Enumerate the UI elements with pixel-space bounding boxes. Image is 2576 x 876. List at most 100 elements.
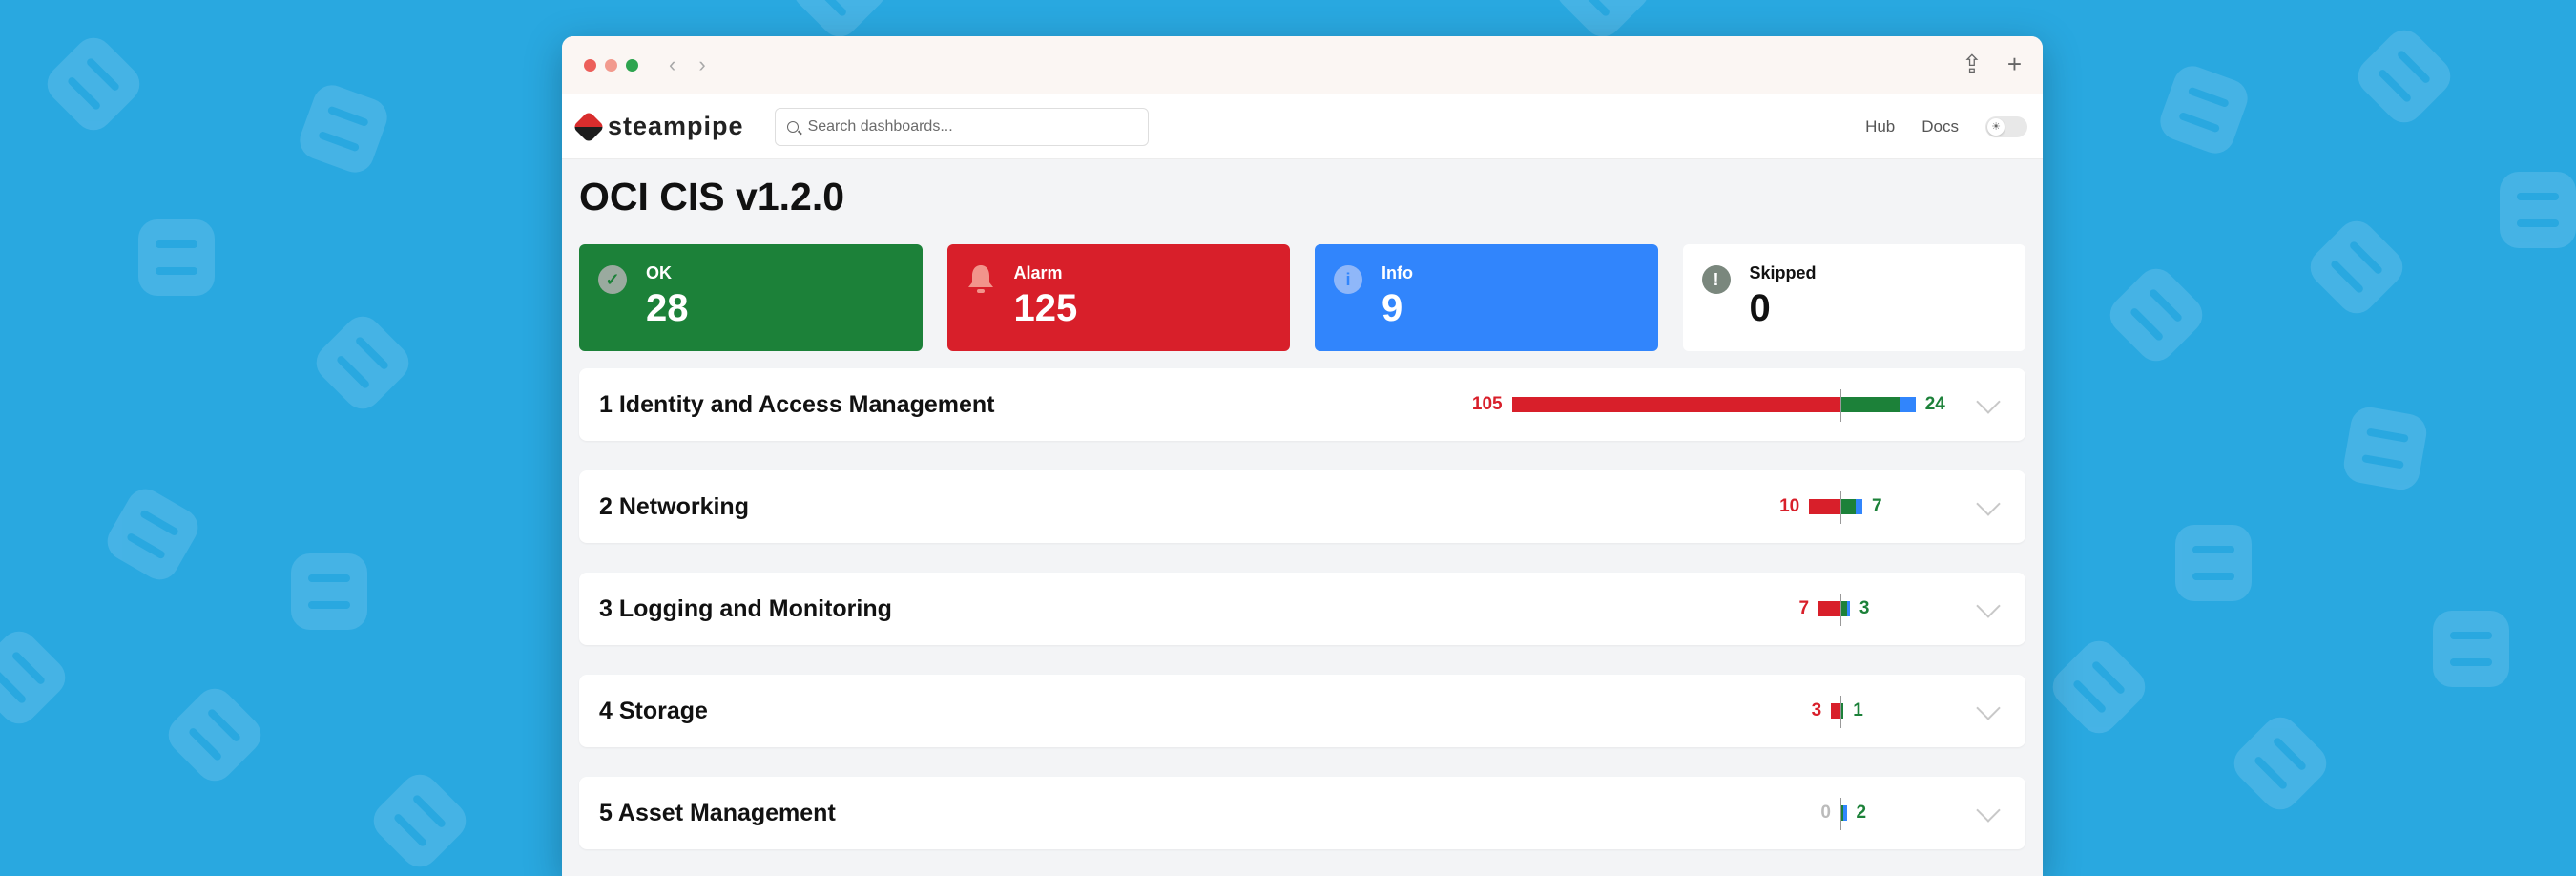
steampipe-pattern-icon (138, 219, 215, 296)
steampipe-pattern-icon (2340, 404, 2430, 493)
bell-icon (966, 265, 995, 294)
steampipe-pattern-icon (2500, 172, 2576, 248)
ok-info-count: 24 (1924, 394, 1945, 414)
chevron-down-icon[interactable] (1976, 798, 2001, 823)
section-title: 2 Networking (599, 492, 749, 520)
window-controls (584, 58, 638, 72)
chevron-down-icon[interactable] (1976, 696, 2001, 720)
browser-titlebar: ‹ › ⇪ + (562, 36, 2043, 94)
alarm-bar (1809, 499, 1840, 514)
info-bar (1900, 397, 1916, 412)
hub-link[interactable]: Hub (1865, 117, 1895, 136)
ok-info-count: 3 (1859, 598, 1870, 618)
search-icon (786, 120, 799, 133)
steampipe-pattern-icon (2302, 213, 2411, 322)
steampipe-logo[interactable]: steampipe (572, 110, 744, 143)
ok-info-count: 2 (1856, 803, 1867, 823)
alarm-card: Alarm 125 (946, 244, 1290, 351)
alarm-count: 10 (1779, 496, 1800, 516)
benchmark-section[interactable]: 5 Asset Management 0 2 (579, 777, 2025, 849)
control-status-bar: 31 (579, 675, 2025, 747)
ok-card: ✓ OK 28 (579, 244, 923, 351)
close-window-button[interactable] (584, 58, 596, 72)
exclamation-circle-icon: ! (1701, 265, 1731, 294)
section-title: 3 Logging and Monitoring (599, 594, 892, 622)
control-status-bar: 10 7 (579, 470, 2025, 543)
card-label: Info (1381, 263, 1413, 282)
info-bar (1846, 601, 1850, 616)
info-bar (1843, 805, 1847, 821)
steampipe-pattern-icon (100, 482, 205, 587)
benchmark-section[interactable]: 2 Networking 10 7 (579, 470, 2025, 543)
logo-text: steampipe (608, 112, 744, 140)
ok-bar (1840, 805, 1844, 821)
info-circle-icon: i (1334, 265, 1362, 294)
steampipe-pattern-icon (39, 30, 148, 138)
card-value: 28 (646, 287, 689, 329)
alarm-count: 0 (1820, 803, 1831, 823)
steampipe-pattern-icon (308, 308, 417, 417)
benchmark-section[interactable]: 3 Logging and Monitoring 7 3 (579, 573, 2025, 645)
info-bar (1856, 499, 1862, 514)
alarm-count: 105 (1471, 394, 1503, 414)
alarm-bar (1511, 397, 1840, 412)
steampipe-pattern-icon (2102, 261, 2211, 369)
chevron-down-icon[interactable] (1976, 389, 2001, 414)
bar-center-line (1840, 491, 1841, 524)
steampipe-pattern-icon (2433, 611, 2509, 687)
bar-center-line (1840, 696, 1841, 728)
browser-window: ‹ › ⇪ + steampipe Hub Docs ☀ OCI CIS v1.… (562, 36, 2043, 876)
search-box[interactable] (774, 107, 1149, 146)
alarm-bar (1818, 601, 1840, 616)
section-title: 1 Identity and Access Management (599, 390, 995, 418)
ok-bar (1840, 499, 1857, 514)
chevron-down-icon[interactable] (1976, 491, 2001, 516)
dashboard-content: OCI CIS v1.2.0 ✓ OK 28 Alarm 125 i Info … (562, 159, 2043, 849)
sun-icon: ☀ (1987, 117, 2005, 136)
skipped-card: ! Skipped 0 (1682, 244, 2025, 351)
ok-info-count: 7 (1871, 496, 1882, 516)
theme-toggle[interactable]: ☀ (1985, 115, 2027, 137)
alarm-count: 3 (1811, 700, 1822, 720)
steampipe-pattern-icon (2226, 709, 2335, 818)
ok-bar (1840, 601, 1847, 616)
ok-info-count: 1 (1853, 700, 1863, 720)
steampipe-logo-icon (572, 110, 605, 143)
benchmark-section[interactable]: 1 Identity and Access Management 105 24 (579, 368, 2025, 441)
steampipe-pattern-icon (0, 623, 73, 732)
card-label: Alarm (1013, 263, 1063, 282)
bar-center-line (1840, 594, 1841, 626)
bar-center-line (1840, 389, 1841, 422)
forward-icon[interactable]: › (698, 52, 705, 77)
card-label: Skipped (1749, 263, 1817, 282)
card-label: OK (646, 263, 672, 282)
chevron-down-icon[interactable] (1976, 594, 2001, 618)
alarm-bar (1831, 703, 1840, 719)
docs-link[interactable]: Docs (1922, 117, 1959, 136)
ok-bar (1840, 703, 1844, 719)
share-icon[interactable]: ⇪ (1962, 50, 1983, 79)
alarm-count: 7 (1798, 598, 1810, 618)
summary-cards: ✓ OK 28 Alarm 125 i Info 9 ! Skipped 0 (579, 244, 2025, 351)
section-title: 5 Asset Management (599, 799, 836, 826)
top-navigation: steampipe Hub Docs ☀ (562, 94, 2043, 159)
steampipe-pattern-icon (2350, 22, 2459, 131)
steampipe-pattern-icon (2045, 633, 2153, 741)
bar-center-line (1840, 798, 1841, 830)
steampipe-pattern-icon (2154, 60, 2254, 159)
info-card: i Info 9 (1315, 244, 1658, 351)
new-tab-icon[interactable]: + (2007, 50, 2022, 79)
steampipe-pattern-icon (160, 680, 269, 789)
maximize-window-button[interactable] (626, 58, 638, 72)
steampipe-pattern-icon (294, 79, 393, 178)
benchmark-section[interactable]: 4 Storage 3 1 (579, 675, 2025, 747)
check-circle-icon: ✓ (598, 265, 627, 294)
section-title: 4 Storage (599, 697, 708, 724)
minimize-window-button[interactable] (605, 58, 617, 72)
search-input[interactable] (805, 116, 1125, 136)
back-icon[interactable]: ‹ (669, 52, 675, 77)
page-title: OCI CIS v1.2.0 (579, 175, 845, 219)
card-value: 125 (1013, 287, 1078, 329)
ok-bar (1840, 397, 1901, 412)
card-value: 9 (1381, 287, 1403, 329)
